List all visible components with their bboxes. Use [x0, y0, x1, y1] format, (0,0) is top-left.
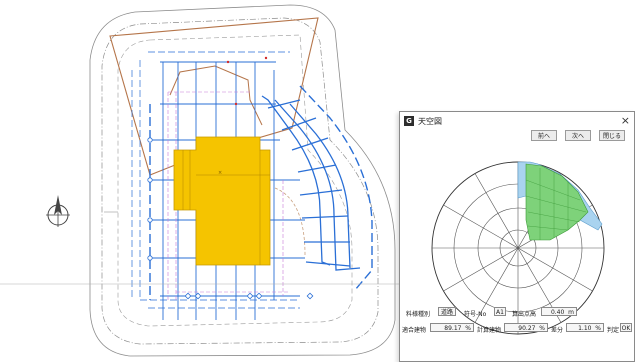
height-value: 0.40 [550, 309, 565, 316]
symbol-label: 符号-No [464, 311, 487, 318]
planned-value: 90.27 [518, 325, 536, 332]
compliant-label: 適合建物 [402, 327, 427, 334]
red-markers [226, 56, 268, 106]
curved-structure [261, 95, 361, 271]
planned-unit: % [539, 325, 545, 332]
building-center-mark: × [218, 170, 222, 176]
north-arrow-icon [46, 195, 70, 227]
close-button[interactable]: 閉じる [599, 130, 625, 141]
diff-unit: % [595, 325, 601, 332]
category-field[interactable]: 道路 [438, 307, 456, 316]
compliant-unit: % [465, 325, 471, 332]
sky-view-dialog[interactable]: G 天空図 × 前へ 次へ 閉じる 料様種別 道路 符号-No A1 算出点高 … [399, 111, 635, 362]
diff-label: 差分 [551, 327, 564, 334]
dialog-titlebar[interactable]: G 天空図 × [400, 112, 634, 132]
compliant-field[interactable]: 89.17 % [430, 323, 474, 332]
height-field[interactable]: 0.40 m [541, 307, 577, 316]
app-icon: G [404, 116, 414, 126]
next-button[interactable]: 次へ [565, 130, 591, 141]
height-unit: m [568, 309, 574, 316]
compliant-value: 89.17 [444, 325, 462, 332]
category-label: 料様種別 [406, 311, 431, 318]
close-icon[interactable]: × [621, 114, 630, 127]
diff-value: 1.10 [578, 325, 592, 332]
planned-label: 計算建物 [477, 327, 502, 334]
dialog-title: 天空図 [418, 117, 442, 126]
judge-field[interactable]: OK [620, 323, 632, 332]
judge-label: 判定 [607, 327, 620, 334]
symbol-field[interactable]: A1 [494, 307, 506, 316]
building-footprint[interactable] [173, 136, 271, 266]
prev-button[interactable]: 前へ [531, 130, 557, 141]
road-curve [274, 187, 306, 256]
planned-field[interactable]: 90.27 % [504, 323, 548, 332]
height-label: 算出点高 [512, 311, 537, 318]
diff-field[interactable]: 1.10 % [566, 323, 604, 332]
